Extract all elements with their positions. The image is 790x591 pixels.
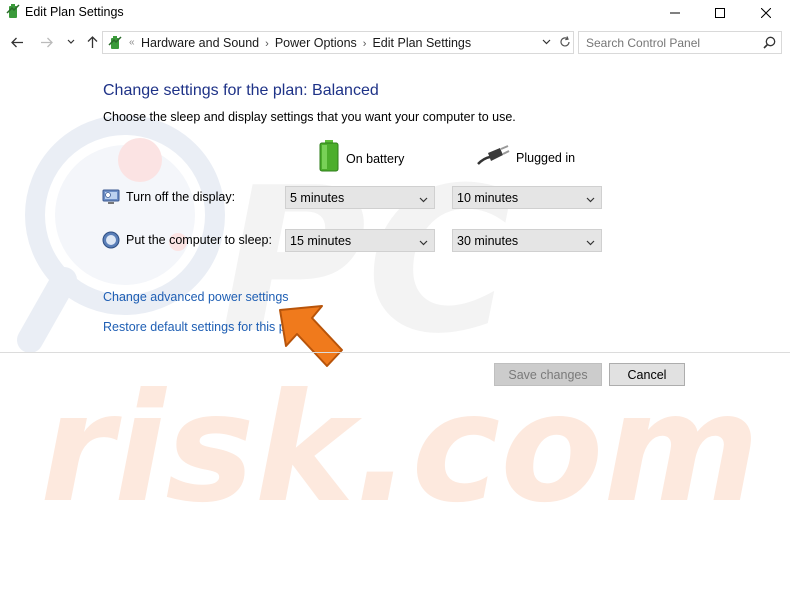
page-title: Change settings for the plan: Balanced xyxy=(103,82,379,99)
cancel-button[interactable]: Cancel xyxy=(609,363,685,386)
search-placeholder[interactable]: Search Control Panel xyxy=(586,36,700,50)
breadcrumb-separator-icon[interactable]: › xyxy=(363,38,367,50)
refresh-icon[interactable] xyxy=(557,33,573,51)
forward-arrow-icon[interactable] xyxy=(39,35,53,49)
battery-icon xyxy=(318,140,340,177)
column-header-label: On battery xyxy=(346,151,405,166)
power-plug-icon xyxy=(476,144,510,171)
restore-default-settings-link[interactable]: Restore default settings for this pl xyxy=(103,320,289,334)
chevron-down-icon xyxy=(586,192,595,206)
sleep-label: Put the computer to sleep: xyxy=(102,231,272,249)
column-header-plugged-in: Plugged in xyxy=(476,144,575,171)
search-box[interactable]: Search Control Panel xyxy=(578,31,782,54)
chevron-down-icon xyxy=(586,235,595,249)
display-plugged-in-select[interactable]: 10 minutes xyxy=(452,186,602,209)
footer-divider xyxy=(0,352,790,353)
breadcrumb-power-options[interactable]: Power Options xyxy=(275,36,357,50)
svg-text:risk.com: risk.com xyxy=(40,362,760,536)
column-header-label: Plugged in xyxy=(516,150,576,165)
sleep-icon xyxy=(102,231,120,249)
page-description: Choose the sleep and display settings th… xyxy=(103,110,516,124)
close-button[interactable] xyxy=(743,0,789,26)
minimize-button[interactable] xyxy=(652,0,698,26)
svg-text:PC: PC xyxy=(220,145,513,378)
save-changes-button[interactable]: Save changes xyxy=(494,363,602,386)
search-icon[interactable] xyxy=(763,36,776,54)
title-bar: Edit Plan Settings xyxy=(0,0,790,26)
annotation-arrow-icon xyxy=(279,305,343,367)
change-advanced-power-settings-link[interactable]: Change advanced power settings xyxy=(103,290,289,304)
sleep-on-battery-select[interactable]: 15 minutes xyxy=(285,229,435,252)
breadcrumb: Hardware and Sound › Power Options › Edit Pl… xyxy=(141,36,471,50)
address-bar[interactable]: « Hardware and Sound › Power Options › Edit … xyxy=(102,31,574,54)
display-on-battery-select[interactable]: 5 minutes xyxy=(285,186,435,209)
up-arrow-icon[interactable] xyxy=(85,35,99,49)
recent-locations-chevron-icon[interactable] xyxy=(64,35,78,49)
breadcrumb-edit-plan-settings[interactable]: Edit Plan Settings xyxy=(372,36,471,50)
chevron-down-icon xyxy=(419,192,428,206)
column-header-on-battery: On battery xyxy=(318,140,404,177)
breadcrumb-hardware-and-sound[interactable]: Hardware and Sound xyxy=(141,36,259,50)
back-arrow-icon[interactable] xyxy=(10,35,24,49)
control-panel-icon xyxy=(107,35,123,56)
turn-off-display-label: Turn off the display: xyxy=(102,188,235,206)
breadcrumb-separator-icon[interactable]: › xyxy=(265,38,269,50)
address-dropdown-chevron-icon[interactable] xyxy=(539,33,553,51)
window-title: Edit Plan Settings xyxy=(25,5,124,19)
sleep-plugged-in-select[interactable]: 30 minutes xyxy=(452,229,602,252)
display-icon xyxy=(102,188,120,206)
breadcrumb-overflow-icon[interactable]: « xyxy=(129,37,135,48)
chevron-down-icon xyxy=(419,235,428,249)
maximize-button[interactable] xyxy=(697,0,743,26)
power-options-icon xyxy=(6,4,20,25)
